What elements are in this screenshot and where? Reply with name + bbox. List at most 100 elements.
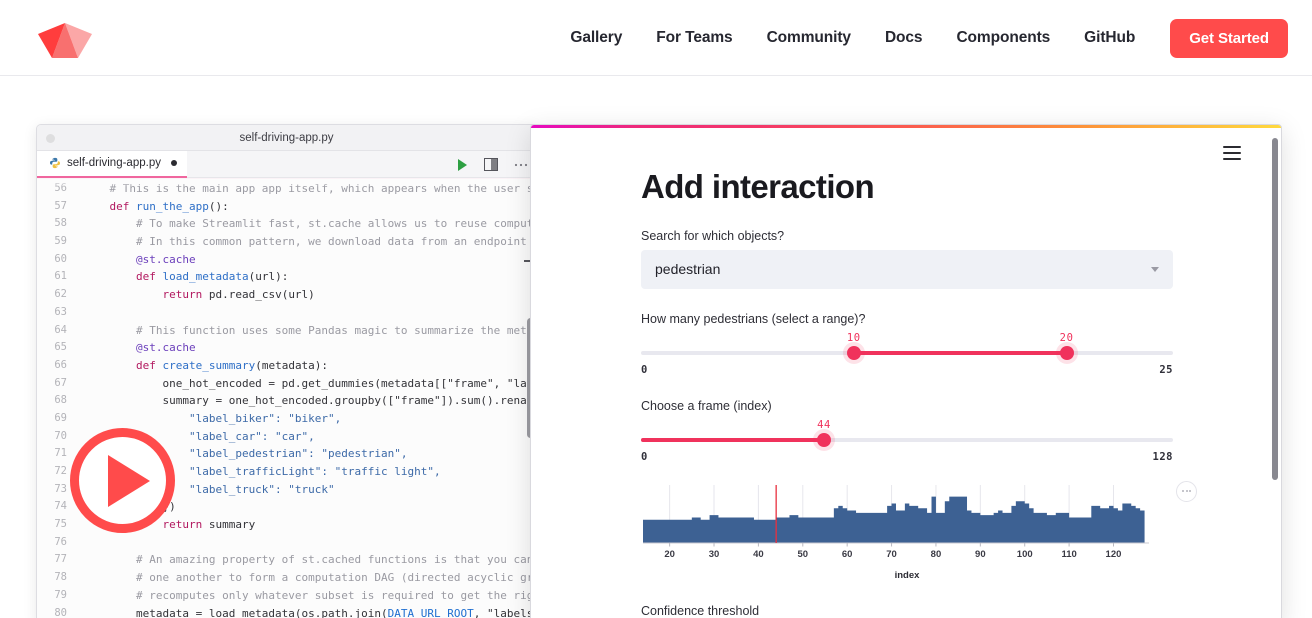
code-line-number: 62 xyxy=(54,288,67,301)
editor-tab-label: self-driving-app.py xyxy=(67,157,161,169)
code-line-text: # one another to form a computation DAG … xyxy=(135,571,536,585)
code-line-text: @st.cache xyxy=(83,252,196,266)
range-value-high: 20 xyxy=(1059,331,1074,344)
frame-value: 44 xyxy=(817,418,831,431)
code-line: 77 # An amazing property of st.cached fu… xyxy=(37,551,536,569)
chart-menu-ellipsis-icon[interactable] xyxy=(1176,480,1197,502)
editor-tab-self-driving-app[interactable]: self-driving-app.py xyxy=(37,150,187,178)
code-line-number: 59 xyxy=(54,235,67,248)
top-navbar: Gallery For Teams Community Docs Compone… xyxy=(0,0,1312,76)
nav-link-for-teams[interactable]: For Teams xyxy=(639,21,749,55)
frame-slider-bounds: 0 128 xyxy=(641,451,1173,463)
nav-links: Gallery For Teams Community Docs Compone… xyxy=(553,0,1288,76)
code-top-divider xyxy=(37,178,536,179)
code-line-number: 71 xyxy=(54,447,67,460)
code-line: 80 metadata = load_metadata(os.path.join… xyxy=(37,605,536,618)
range-slider-bounds: 0 25 xyxy=(641,364,1173,376)
code-line-number: 56 xyxy=(54,182,67,194)
code-line-text: @st.cache xyxy=(83,341,196,355)
code-editor-window: self-driving-app.py self-driving-app.py xyxy=(36,124,536,618)
code-line: 60 @st.cache xyxy=(37,251,536,269)
code-line-text: one_hot_encoded = pd.get_dummies(metadat… xyxy=(83,376,536,390)
video-play-button[interactable] xyxy=(70,428,175,533)
pedestrian-range-slider[interactable]: 10 20 0 25 xyxy=(641,331,1173,376)
hero-screenshot-stage: self-driving-app.py self-driving-app.py xyxy=(0,76,1312,618)
code-line: 62 return pd.read_csv(url) xyxy=(37,286,536,304)
run-file-play-icon[interactable] xyxy=(457,158,468,171)
chart-xtick-label: 40 xyxy=(753,549,764,560)
editor-window-title: self-driving-app.py xyxy=(239,131,334,144)
frame-index-area-chart[interactable]: 20 30 40 50 60 70 80 90 100 110 120 index xyxy=(641,480,1197,581)
code-line: 61 def load_metadata(url): xyxy=(37,268,536,286)
confidence-threshold-label: Confidence threshold xyxy=(641,603,760,618)
nav-link-github[interactable]: GitHub xyxy=(1067,21,1152,55)
code-line: 79 # recomputes only whatever subset is … xyxy=(37,587,536,605)
chart-xtick-label: 120 xyxy=(1106,549,1122,560)
window-control-dot xyxy=(46,134,55,143)
code-line: 67 one_hot_encoded = pd.get_dummies(meta… xyxy=(37,375,536,393)
nav-link-components[interactable]: Components xyxy=(939,21,1067,55)
hamburger-menu-icon[interactable] xyxy=(1223,146,1241,161)
frame-slider-fill xyxy=(641,437,824,442)
code-line: 57 def run_the_app(): xyxy=(37,198,536,216)
range-slider-fill xyxy=(853,350,1067,355)
code-line-number: 60 xyxy=(54,252,67,265)
range-slider-track xyxy=(641,345,1173,360)
code-line-number: 78 xyxy=(54,571,67,584)
code-line-number: 63 xyxy=(54,305,67,318)
code-area[interactable]: 56 # This is the main app app itself, wh… xyxy=(37,178,536,618)
chart-xaxis-label: index xyxy=(894,569,920,581)
app-vertical-scrollbar[interactable] xyxy=(1272,138,1278,480)
code-line-number: 79 xyxy=(54,588,67,601)
code-line: 65 @st.cache xyxy=(37,339,536,357)
frame-slider-thumb[interactable] xyxy=(817,432,831,447)
split-editor-icon[interactable] xyxy=(484,158,498,171)
app-rainbow-bar xyxy=(531,125,1281,128)
play-icon xyxy=(107,454,150,507)
code-line-number: 70 xyxy=(54,429,67,442)
code-line-text: # recomputes only whatever subset is req… xyxy=(135,588,536,602)
range-slider-thumb-high[interactable] xyxy=(1059,345,1074,360)
code-line-text: # In this common pattern, we download da… xyxy=(135,235,536,249)
editor-tabbar: self-driving-app.py xyxy=(37,150,536,178)
more-actions-ellipsis-icon[interactable] xyxy=(514,163,528,167)
nav-link-community[interactable]: Community xyxy=(750,21,868,55)
chart-svg: 20 30 40 50 60 70 80 90 100 110 120 xyxy=(643,484,1149,560)
code-line-number: 65 xyxy=(54,341,67,354)
code-line-number: 77 xyxy=(54,553,67,566)
code-line-number: 61 xyxy=(54,270,67,283)
code-line-number: 75 xyxy=(54,518,67,531)
objects-select-label: Search for which objects? xyxy=(641,228,785,243)
range-value-low: 10 xyxy=(846,331,861,344)
code-line-text: def run_the_app(): xyxy=(83,199,229,213)
code-line-number: 64 xyxy=(54,323,67,336)
code-line-number: 80 xyxy=(54,606,67,618)
code-line: 58 # To make Streamlit fast, st.cache al… xyxy=(37,215,536,233)
range-slider-thumb-low[interactable] xyxy=(846,345,861,360)
objects-select-value: pedestrian xyxy=(655,261,721,278)
code-line-text: # This is the main app app itself, which… xyxy=(109,182,536,195)
code-line-number: 69 xyxy=(54,411,67,424)
nav-link-gallery[interactable]: Gallery xyxy=(553,21,639,55)
code-line-text: metadata = load_metadata(os.path.join(DA… xyxy=(83,606,536,618)
get-started-button[interactable]: Get Started xyxy=(1170,18,1288,58)
chart-xtick-label: 50 xyxy=(798,549,809,560)
nav-link-docs[interactable]: Docs xyxy=(868,21,940,55)
chart-xtick-label: 60 xyxy=(842,549,853,560)
chart-xtick-label: 110 xyxy=(1061,549,1076,560)
code-line-text: summary = one_hot_encoded.groupby(["fram… xyxy=(83,394,536,408)
editor-titlebar: self-driving-app.py xyxy=(37,125,536,151)
code-line: 64 # This function uses some Pandas magi… xyxy=(37,322,536,340)
chart-xtick-label: 90 xyxy=(975,549,986,560)
code-line: 66 def create_summary(metadata): xyxy=(37,357,536,375)
streamlit-logo[interactable] xyxy=(36,16,94,60)
code-line: 56 # This is the main app app itself, wh… xyxy=(37,180,536,198)
code-line-text: "label_biker": "biker", xyxy=(83,411,342,425)
range-max-label: 25 xyxy=(1159,363,1173,376)
code-line: 59 # In this common pattern, we download… xyxy=(37,233,536,251)
code-line-text: # This function uses some Pandas magic t… xyxy=(135,323,536,337)
app-body: Add interaction Search for which objects… xyxy=(531,128,1281,618)
objects-select[interactable]: pedestrian xyxy=(641,249,1173,289)
code-line-number: 76 xyxy=(54,535,67,548)
frame-slider[interactable]: 44 0 128 xyxy=(641,418,1173,463)
